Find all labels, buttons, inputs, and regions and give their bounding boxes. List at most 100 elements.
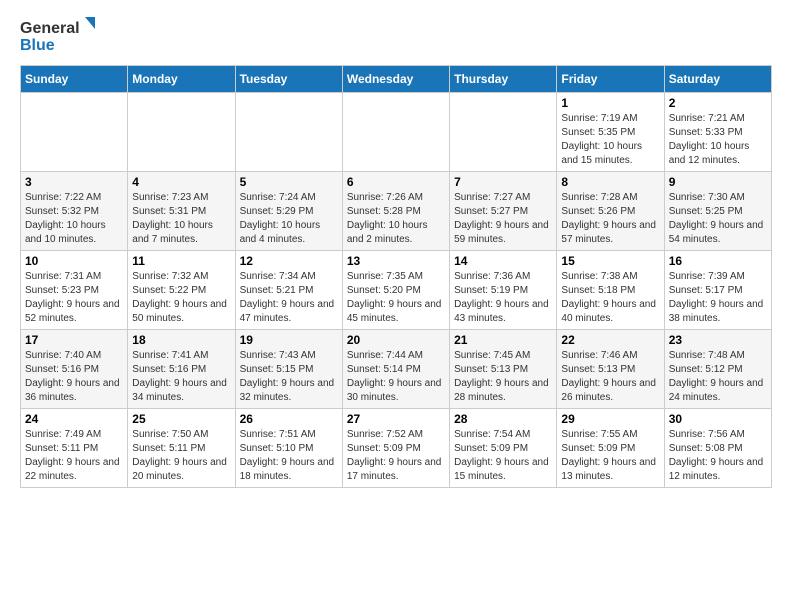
- day-number: 15: [561, 254, 659, 268]
- day-info: Sunrise: 7:35 AM Sunset: 5:20 PM Dayligh…: [347, 270, 445, 326]
- day-info: Sunrise: 7:51 AM Sunset: 5:10 PM Dayligh…: [240, 428, 338, 484]
- svg-text:General: General: [20, 20, 80, 37]
- day-number: 13: [347, 254, 445, 268]
- day-number: 8: [561, 175, 659, 189]
- day-number: 20: [347, 333, 445, 347]
- calendar-cell: 20 Sunrise: 7:44 AM Sunset: 5:14 PM Dayli…: [342, 330, 449, 409]
- calendar-cell: 8 Sunrise: 7:28 AM Sunset: 5:26 PM Daylig…: [557, 172, 664, 251]
- column-header-tuesday: Tuesday: [235, 66, 342, 93]
- day-number: 9: [669, 175, 767, 189]
- day-info: Sunrise: 7:48 AM Sunset: 5:12 PM Dayligh…: [669, 349, 767, 405]
- calendar-cell: 9 Sunrise: 7:30 AM Sunset: 5:25 PM Daylig…: [664, 172, 771, 251]
- day-number: 30: [669, 412, 767, 426]
- logo-svg: GeneralBlue: [20, 15, 100, 55]
- calendar-cell: 29 Sunrise: 7:55 AM Sunset: 5:09 PM Dayli…: [557, 409, 664, 488]
- calendar-cell: 19 Sunrise: 7:43 AM Sunset: 5:15 PM Dayli…: [235, 330, 342, 409]
- day-info: Sunrise: 7:26 AM Sunset: 5:28 PM Dayligh…: [347, 191, 445, 247]
- day-info: Sunrise: 7:56 AM Sunset: 5:08 PM Dayligh…: [669, 428, 767, 484]
- day-number: 23: [669, 333, 767, 347]
- day-number: 3: [25, 175, 123, 189]
- day-info: Sunrise: 7:27 AM Sunset: 5:27 PM Dayligh…: [454, 191, 552, 247]
- calendar-cell: 11Sunrise: 7:32 AM Sunset: 5:22 PM Dayli…: [128, 251, 235, 330]
- page-header: GeneralBlue: [20, 15, 772, 55]
- column-header-saturday: Saturday: [664, 66, 771, 93]
- calendar-cell: 7 Sunrise: 7:27 AM Sunset: 5:27 PM Daylig…: [450, 172, 557, 251]
- day-number: 18: [132, 333, 230, 347]
- calendar-cell: 23 Sunrise: 7:48 AM Sunset: 5:12 PM Dayli…: [664, 330, 771, 409]
- day-info: Sunrise: 7:31 AM Sunset: 5:23 PM Dayligh…: [25, 270, 123, 326]
- day-number: 7: [454, 175, 552, 189]
- day-number: 19: [240, 333, 338, 347]
- calendar-cell: 2 Sunrise: 7:21 AM Sunset: 5:33 PM Daylig…: [664, 93, 771, 172]
- day-number: 17: [25, 333, 123, 347]
- day-info: Sunrise: 7:44 AM Sunset: 5:14 PM Dayligh…: [347, 349, 445, 405]
- day-info: Sunrise: 7:30 AM Sunset: 5:25 PM Dayligh…: [669, 191, 767, 247]
- calendar-cell: 3 Sunrise: 7:22 AM Sunset: 5:32 PM Daylig…: [21, 172, 128, 251]
- day-info: Sunrise: 7:28 AM Sunset: 5:26 PM Dayligh…: [561, 191, 659, 247]
- day-number: 10: [25, 254, 123, 268]
- day-number: 4: [132, 175, 230, 189]
- calendar-cell: [450, 93, 557, 172]
- column-header-wednesday: Wednesday: [342, 66, 449, 93]
- calendar-table: SundayMondayTuesdayWednesdayThursdayFrid…: [20, 65, 772, 488]
- calendar-cell: 4 Sunrise: 7:23 AM Sunset: 5:31 PM Daylig…: [128, 172, 235, 251]
- calendar-cell: 1 Sunrise: 7:19 AM Sunset: 5:35 PM Daylig…: [557, 93, 664, 172]
- calendar-cell: 30 Sunrise: 7:56 AM Sunset: 5:08 PM Dayli…: [664, 409, 771, 488]
- column-header-friday: Friday: [557, 66, 664, 93]
- day-number: 21: [454, 333, 552, 347]
- calendar-cell: 27Sunrise: 7:52 AM Sunset: 5:09 PM Dayli…: [342, 409, 449, 488]
- calendar-cell: [342, 93, 449, 172]
- day-info: Sunrise: 7:50 AM Sunset: 5:11 PM Dayligh…: [132, 428, 230, 484]
- calendar-cell: [235, 93, 342, 172]
- day-number: 14: [454, 254, 552, 268]
- calendar-cell: 17 Sunrise: 7:40 AM Sunset: 5:16 PM Dayli…: [21, 330, 128, 409]
- calendar-cell: [21, 93, 128, 172]
- calendar-cell: 6 Sunrise: 7:26 AM Sunset: 5:28 PM Daylig…: [342, 172, 449, 251]
- column-header-sunday: Sunday: [21, 66, 128, 93]
- day-info: Sunrise: 7:34 AM Sunset: 5:21 PM Dayligh…: [240, 270, 338, 326]
- day-info: Sunrise: 7:55 AM Sunset: 5:09 PM Dayligh…: [561, 428, 659, 484]
- calendar-cell: 21 Sunrise: 7:45 AM Sunset: 5:13 PM Dayli…: [450, 330, 557, 409]
- day-number: 5: [240, 175, 338, 189]
- day-number: 16: [669, 254, 767, 268]
- day-info: Sunrise: 7:21 AM Sunset: 5:33 PM Dayligh…: [669, 112, 767, 168]
- calendar-header: SundayMondayTuesdayWednesdayThursdayFrid…: [21, 66, 772, 93]
- day-number: 11: [132, 254, 230, 268]
- calendar-cell: 13 Sunrise: 7:35 AM Sunset: 5:20 PM Dayli…: [342, 251, 449, 330]
- day-info: Sunrise: 7:41 AM Sunset: 5:16 PM Dayligh…: [132, 349, 230, 405]
- day-info: Sunrise: 7:45 AM Sunset: 5:13 PM Dayligh…: [454, 349, 552, 405]
- column-header-thursday: Thursday: [450, 66, 557, 93]
- svg-text:Blue: Blue: [20, 37, 55, 54]
- day-info: Sunrise: 7:19 AM Sunset: 5:35 PM Dayligh…: [561, 112, 659, 168]
- day-number: 2: [669, 96, 767, 110]
- calendar-cell: 26 Sunrise: 7:51 AM Sunset: 5:10 PM Dayli…: [235, 409, 342, 488]
- calendar-cell: 18 Sunrise: 7:41 AM Sunset: 5:16 PM Dayli…: [128, 330, 235, 409]
- day-number: 25: [132, 412, 230, 426]
- day-info: Sunrise: 7:24 AM Sunset: 5:29 PM Dayligh…: [240, 191, 338, 247]
- day-number: 12: [240, 254, 338, 268]
- day-number: 28: [454, 412, 552, 426]
- day-info: Sunrise: 7:38 AM Sunset: 5:18 PM Dayligh…: [561, 270, 659, 326]
- day-info: Sunrise: 7:49 AM Sunset: 5:11 PM Dayligh…: [25, 428, 123, 484]
- calendar-cell: 22Sunrise: 7:46 AM Sunset: 5:13 PM Dayli…: [557, 330, 664, 409]
- calendar-cell: [128, 93, 235, 172]
- day-info: Sunrise: 7:36 AM Sunset: 5:19 PM Dayligh…: [454, 270, 552, 326]
- day-info: Sunrise: 7:43 AM Sunset: 5:15 PM Dayligh…: [240, 349, 338, 405]
- day-info: Sunrise: 7:23 AM Sunset: 5:31 PM Dayligh…: [132, 191, 230, 247]
- day-number: 27: [347, 412, 445, 426]
- day-info: Sunrise: 7:54 AM Sunset: 5:09 PM Dayligh…: [454, 428, 552, 484]
- day-info: Sunrise: 7:46 AM Sunset: 5:13 PM Dayligh…: [561, 349, 659, 405]
- day-info: Sunrise: 7:22 AM Sunset: 5:32 PM Dayligh…: [25, 191, 123, 247]
- day-info: Sunrise: 7:40 AM Sunset: 5:16 PM Dayligh…: [25, 349, 123, 405]
- day-number: 6: [347, 175, 445, 189]
- calendar-cell: 25 Sunrise: 7:50 AM Sunset: 5:11 PM Dayli…: [128, 409, 235, 488]
- day-info: Sunrise: 7:39 AM Sunset: 5:17 PM Dayligh…: [669, 270, 767, 326]
- column-header-monday: Monday: [128, 66, 235, 93]
- calendar-cell: 14 Sunrise: 7:36 AM Sunset: 5:19 PM Dayli…: [450, 251, 557, 330]
- day-number: 26: [240, 412, 338, 426]
- calendar-cell: 12 Sunrise: 7:34 AM Sunset: 5:21 PM Dayli…: [235, 251, 342, 330]
- calendar-cell: 15 Sunrise: 7:38 AM Sunset: 5:18 PM Dayli…: [557, 251, 664, 330]
- calendar-cell: 5 Sunrise: 7:24 AM Sunset: 5:29 PM Daylig…: [235, 172, 342, 251]
- day-number: 29: [561, 412, 659, 426]
- day-number: 1: [561, 96, 659, 110]
